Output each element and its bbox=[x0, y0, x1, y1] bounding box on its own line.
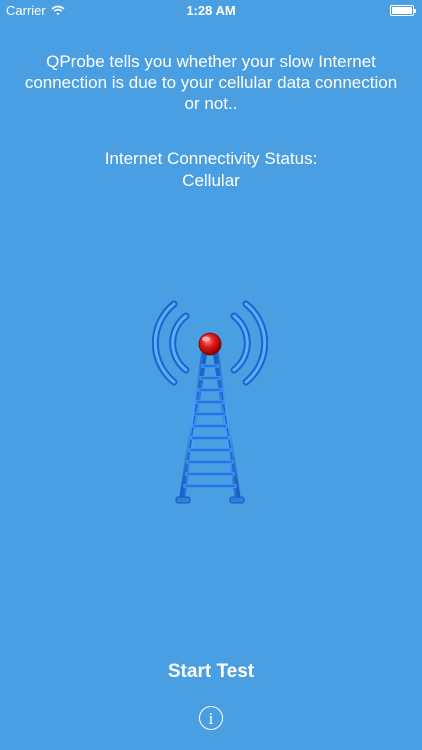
info-icon[interactable]: i bbox=[199, 706, 223, 730]
start-test-button[interactable]: Start Test bbox=[0, 661, 422, 683]
app-description: QProbe tells you whether your slow Inter… bbox=[24, 52, 398, 113]
cell-tower-icon bbox=[152, 300, 268, 504]
connectivity-status: Internet Connectivity Status: Cellular bbox=[0, 148, 422, 192]
battery-level bbox=[392, 7, 412, 14]
beacon-light bbox=[198, 332, 222, 356]
battery-icon bbox=[390, 5, 416, 16]
status-value: Cellular bbox=[182, 171, 240, 190]
status-label: Internet Connectivity Status: bbox=[104, 149, 318, 168]
status-bar: Carrier 1:28 AM bbox=[0, 0, 422, 22]
info-glyph: i bbox=[208, 708, 214, 728]
clock: 1:28 AM bbox=[186, 3, 236, 18]
